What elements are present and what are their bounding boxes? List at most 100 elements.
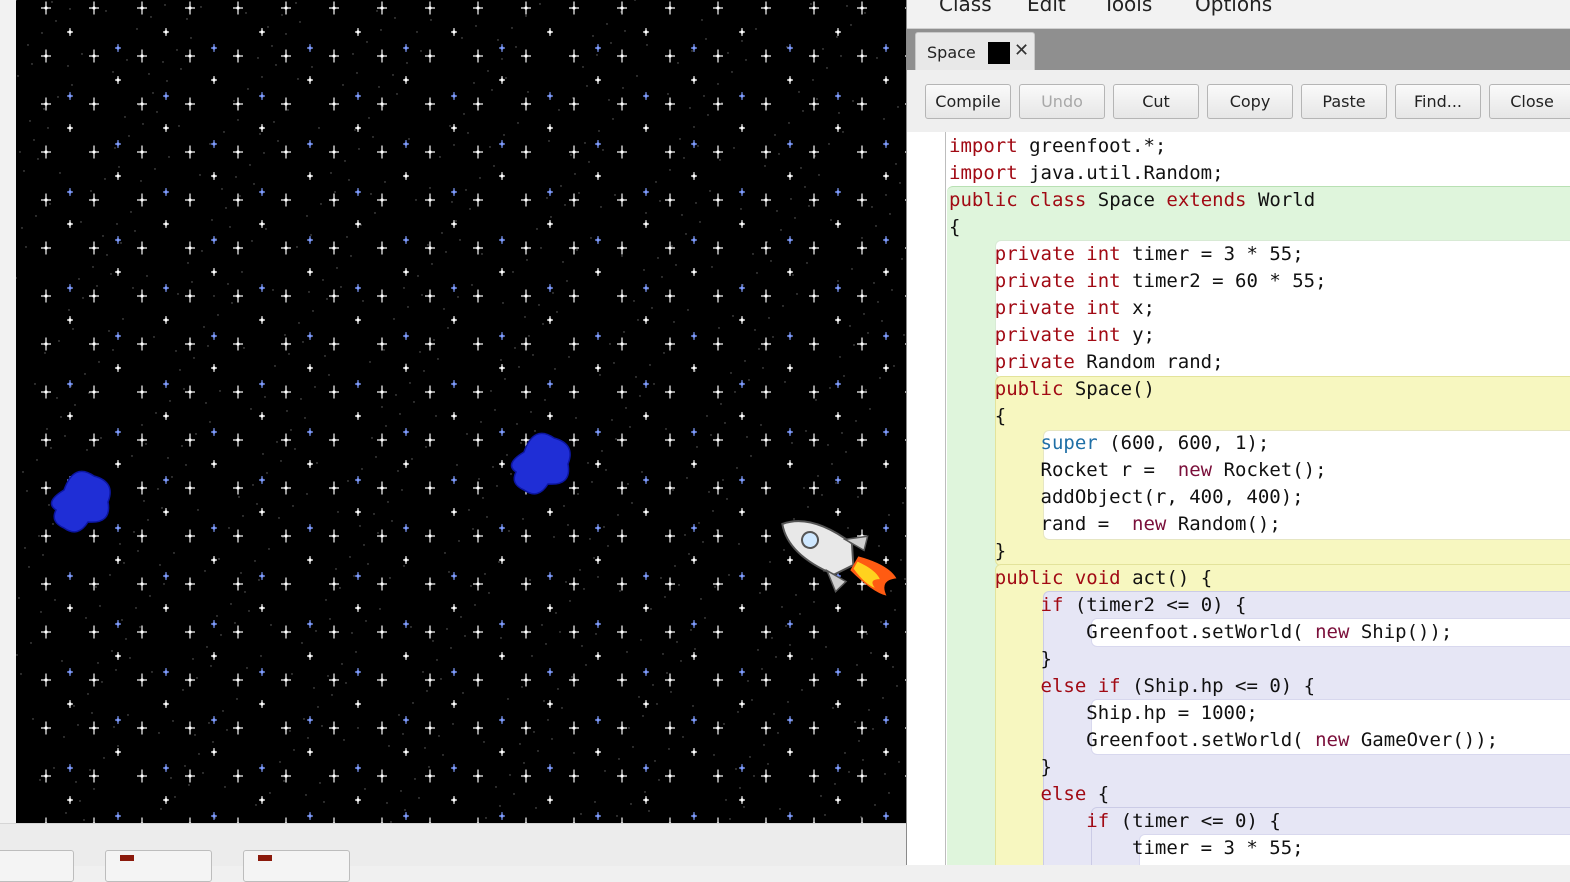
sparkle-star	[236, 582, 240, 586]
small-star	[548, 606, 552, 610]
dust-star	[269, 792, 271, 794]
dust-star	[229, 226, 231, 228]
sparkle-star	[236, 534, 240, 538]
small-star	[500, 462, 504, 466]
dust-star	[670, 691, 672, 693]
code-token: new	[1315, 621, 1350, 643]
dust-star	[862, 759, 864, 761]
sparkle-star	[380, 438, 384, 442]
reset-button[interactable]	[0, 850, 74, 882]
dust-star	[213, 295, 215, 297]
dust-star	[778, 153, 780, 155]
sparkle-star	[284, 486, 288, 490]
blue-star	[836, 478, 840, 482]
blue-star	[116, 718, 120, 722]
dust-star	[522, 518, 524, 520]
dust-star	[376, 10, 378, 12]
dust-star	[281, 14, 283, 16]
small-star	[692, 750, 696, 754]
sparkle-star	[140, 54, 144, 58]
dust-star	[286, 410, 288, 412]
dust-star	[857, 496, 859, 498]
menu-class[interactable]: Class	[939, 0, 992, 16]
dust-star	[87, 693, 89, 695]
dust-star	[239, 195, 241, 197]
dust-star	[564, 204, 566, 206]
dust-star	[394, 17, 396, 19]
dust-star	[731, 71, 733, 73]
run-button[interactable]	[243, 850, 350, 882]
act-button[interactable]	[105, 850, 212, 882]
paste-button[interactable]: Paste	[1301, 84, 1387, 119]
sparkle-star	[92, 534, 96, 538]
menu-tools[interactable]: Tools	[1103, 0, 1152, 16]
dust-star	[98, 361, 100, 363]
dust-star	[29, 120, 31, 122]
dust-star	[705, 38, 707, 40]
code-token: (Ship.hp <= 0) {	[1132, 675, 1316, 697]
blue-star	[68, 190, 72, 194]
dust-star	[485, 817, 487, 819]
dust-star	[740, 208, 742, 210]
compile-button[interactable]: Compile	[925, 84, 1011, 119]
dust-star	[247, 88, 249, 90]
dust-star	[172, 720, 174, 722]
sparkle-star	[284, 246, 288, 250]
menu-options[interactable]: Options	[1195, 0, 1272, 16]
dust-star	[118, 166, 120, 168]
menu-edit[interactable]: Edit	[1027, 0, 1066, 16]
dust-star	[49, 203, 51, 205]
code-token: {	[949, 216, 961, 238]
close-tab-icon[interactable]: ✕	[1014, 40, 1029, 61]
dust-star	[679, 138, 681, 140]
blue-star	[596, 238, 600, 242]
sparkle-star	[332, 54, 336, 58]
code-token: }	[949, 540, 1007, 562]
small-star	[884, 750, 888, 754]
greenfoot-world[interactable]	[16, 0, 906, 823]
sparkle-star	[812, 582, 816, 586]
dust-star	[347, 480, 349, 482]
dust-star	[452, 723, 454, 725]
small-star	[500, 174, 504, 178]
small-star	[452, 126, 456, 130]
code-line: Ship.hp = 1000;	[949, 700, 1258, 727]
dust-star	[162, 61, 164, 63]
code-token: Random();	[1177, 513, 1281, 535]
close-button[interactable]: Close	[1489, 84, 1570, 119]
copy-button[interactable]: Copy	[1207, 84, 1293, 119]
dust-star	[426, 690, 428, 692]
dust-star	[599, 374, 601, 376]
dust-star	[685, 233, 687, 235]
dust-star	[626, 651, 628, 653]
dust-star	[726, 498, 728, 500]
code-area[interactable]: import greenfoot.*; import java.util.Rand…	[907, 132, 1570, 865]
dust-star	[832, 707, 834, 709]
dust-star	[479, 177, 481, 179]
dust-star	[335, 568, 337, 570]
dust-star	[166, 80, 168, 82]
tab-space[interactable]: Space ✕	[915, 32, 1035, 71]
dust-star	[807, 506, 809, 508]
blue-star	[500, 526, 504, 530]
dust-star	[601, 450, 603, 452]
small-star	[68, 30, 72, 34]
dust-star	[708, 491, 710, 493]
dust-star	[410, 626, 412, 628]
dust-star	[711, 266, 713, 268]
dust-star	[336, 267, 338, 269]
dust-star	[150, 16, 152, 18]
small-star	[548, 318, 552, 322]
undo-button[interactable]: Undo	[1019, 84, 1105, 119]
blue-star	[212, 142, 216, 146]
dust-star	[273, 121, 275, 123]
cut-button[interactable]: Cut	[1113, 84, 1199, 119]
blue-star	[644, 478, 648, 482]
dust-star	[75, 781, 77, 783]
dust-star	[182, 689, 184, 691]
blue-star	[212, 334, 216, 338]
find-button[interactable]: Find...	[1395, 84, 1481, 119]
dust-star	[596, 54, 598, 56]
